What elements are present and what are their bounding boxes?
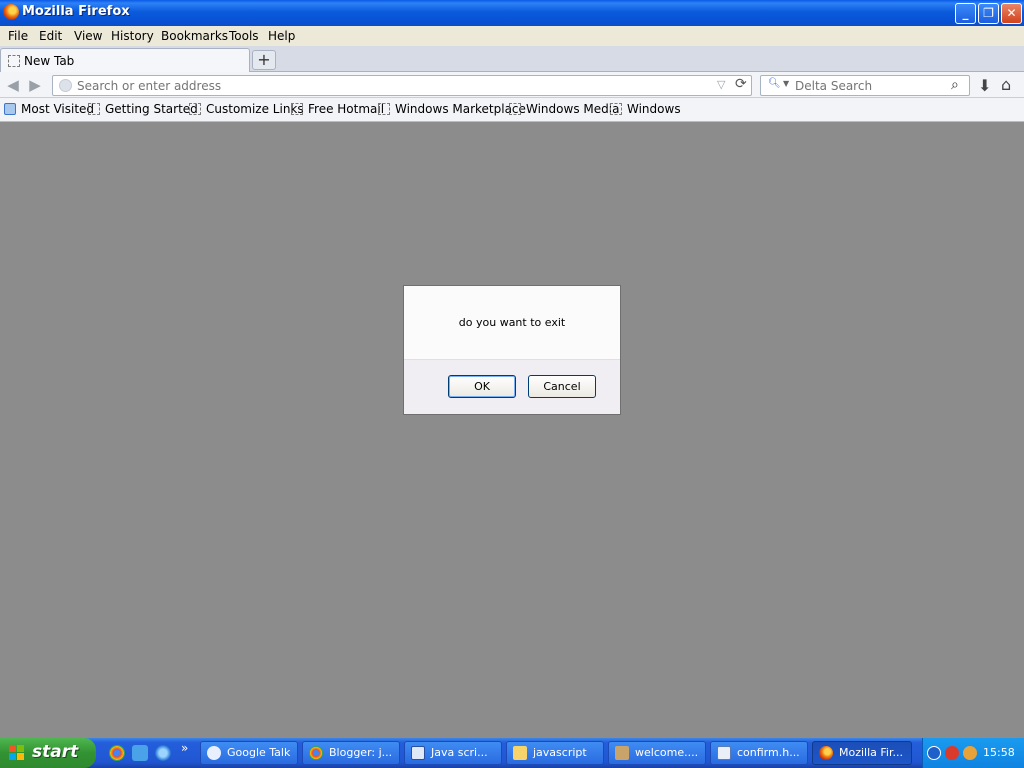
blank-page-icon (291, 103, 303, 115)
dialog-button-row: OK Cancel (404, 359, 620, 414)
new-tab-button[interactable]: + (252, 50, 276, 70)
firefox-icon (3, 4, 19, 20)
address-input[interactable] (77, 77, 707, 94)
address-bar: ▽ ⟳ (52, 75, 752, 96)
blank-page-icon (509, 103, 521, 115)
search-box: 🔍︎ ▼ ⌕ (760, 75, 970, 96)
globe-icon (59, 79, 72, 92)
engine-dropdown-icon[interactable]: ▼ (783, 79, 789, 88)
ok-button[interactable]: OK (448, 375, 516, 398)
bookmark-customize-links[interactable]: Customize Links (189, 102, 304, 118)
chrome-icon[interactable] (109, 745, 125, 761)
bookmark-most-visited[interactable]: Most Visited (4, 102, 94, 118)
app-icon (615, 746, 629, 760)
home-icon[interactable]: ⌂ (1001, 75, 1011, 94)
tab-new-tab[interactable]: New Tab (0, 48, 250, 72)
blank-page-icon (378, 103, 390, 115)
task-welcome[interactable]: welcome.... (608, 741, 706, 765)
tab-label: New Tab (24, 54, 75, 68)
menu-bar: File Edit View History Bookmarks Tools H… (0, 26, 1024, 46)
cancel-button[interactable]: Cancel (528, 375, 596, 398)
internet-explorer-icon[interactable] (155, 745, 171, 761)
menu-tools[interactable]: Tools (229, 29, 259, 43)
search-icon[interactable]: ⌕ (951, 77, 959, 93)
tab-strip: New Tab + (0, 46, 1024, 72)
close-button[interactable]: ✕ (1001, 3, 1022, 24)
window-titlebar: Mozilla Firefox _ ❐ ✕ (0, 0, 1024, 26)
dialog-message: do you want to exit (458, 316, 566, 329)
menu-view[interactable]: View (74, 29, 102, 43)
task-mozilla-firefox[interactable]: Mozilla Fir... (812, 741, 912, 765)
chrome-icon (309, 746, 323, 760)
bookmark-windows[interactable]: Windows (610, 102, 681, 118)
blank-page-icon (88, 103, 100, 115)
menu-edit[interactable]: Edit (39, 29, 62, 43)
most-visited-icon (4, 103, 16, 115)
bookmark-windows-media[interactable]: Windows Media (509, 102, 619, 118)
reload-icon[interactable]: ⟳ (735, 76, 747, 92)
page-content (0, 123, 1024, 738)
task-javascript-folder[interactable]: javascript (506, 741, 604, 765)
search-engine-icon[interactable]: 🔍︎ (768, 78, 781, 89)
search-input[interactable] (795, 77, 945, 94)
clock: 15:58 (983, 746, 1015, 759)
restore-button[interactable]: ❐ (978, 3, 999, 24)
blank-page-icon (8, 55, 20, 67)
minimize-button[interactable]: _ (955, 3, 976, 24)
confirm-dialog: do you want to exit OK Cancel (403, 285, 621, 415)
bookmark-getting-started[interactable]: Getting Started (88, 102, 198, 118)
start-button[interactable]: start (0, 738, 96, 768)
task-java-script[interactable]: Java scri... (404, 741, 502, 765)
bookmark-free-hotmail[interactable]: Free Hotmail (291, 102, 384, 118)
app-icon[interactable] (132, 745, 148, 761)
window-title: Mozilla Firefox (22, 4, 130, 19)
navigation-bar: ◀ ▶ ▽ ⟳ 🔍︎ ▼ ⌕ ⬇ ⌂ (0, 72, 1024, 98)
menu-help[interactable]: Help (268, 29, 295, 43)
security-icon[interactable] (945, 746, 959, 760)
collapse-tray-icon[interactable] (927, 746, 941, 760)
task-confirm[interactable]: confirm.h... (710, 741, 808, 765)
folder-icon (513, 746, 527, 760)
task-google-talk[interactable]: Google Talk (200, 741, 298, 765)
word-icon (411, 746, 425, 760)
firefox-icon (819, 746, 833, 760)
back-arrow-icon[interactable]: ◀ (4, 76, 22, 94)
system-tray: 15:58 (922, 738, 1024, 768)
task-blogger[interactable]: Blogger: j... (302, 741, 400, 765)
forward-arrow-icon[interactable]: ▶ (26, 76, 44, 94)
download-icon[interactable]: ⬇ (978, 76, 991, 95)
history-dropdown-icon[interactable]: ▽ (717, 78, 725, 91)
blank-page-icon (610, 103, 622, 115)
quick-launch-more-icon[interactable]: » (181, 741, 188, 755)
menu-bookmarks[interactable]: Bookmarks (161, 29, 228, 43)
taskbar: start » Google Talk Blogger: j... Java s… (0, 738, 1024, 768)
chat-icon (207, 746, 221, 760)
blank-page-icon (189, 103, 201, 115)
update-icon[interactable] (963, 746, 977, 760)
document-icon (717, 746, 731, 760)
bookmarks-toolbar: Most Visited Getting Started Customize L… (0, 98, 1024, 122)
bookmark-windows-marketplace[interactable]: Windows Marketplace (378, 102, 526, 118)
windows-logo-icon (9, 745, 25, 761)
start-label: start (32, 742, 79, 762)
menu-history[interactable]: History (111, 29, 154, 43)
menu-file[interactable]: File (8, 29, 28, 43)
